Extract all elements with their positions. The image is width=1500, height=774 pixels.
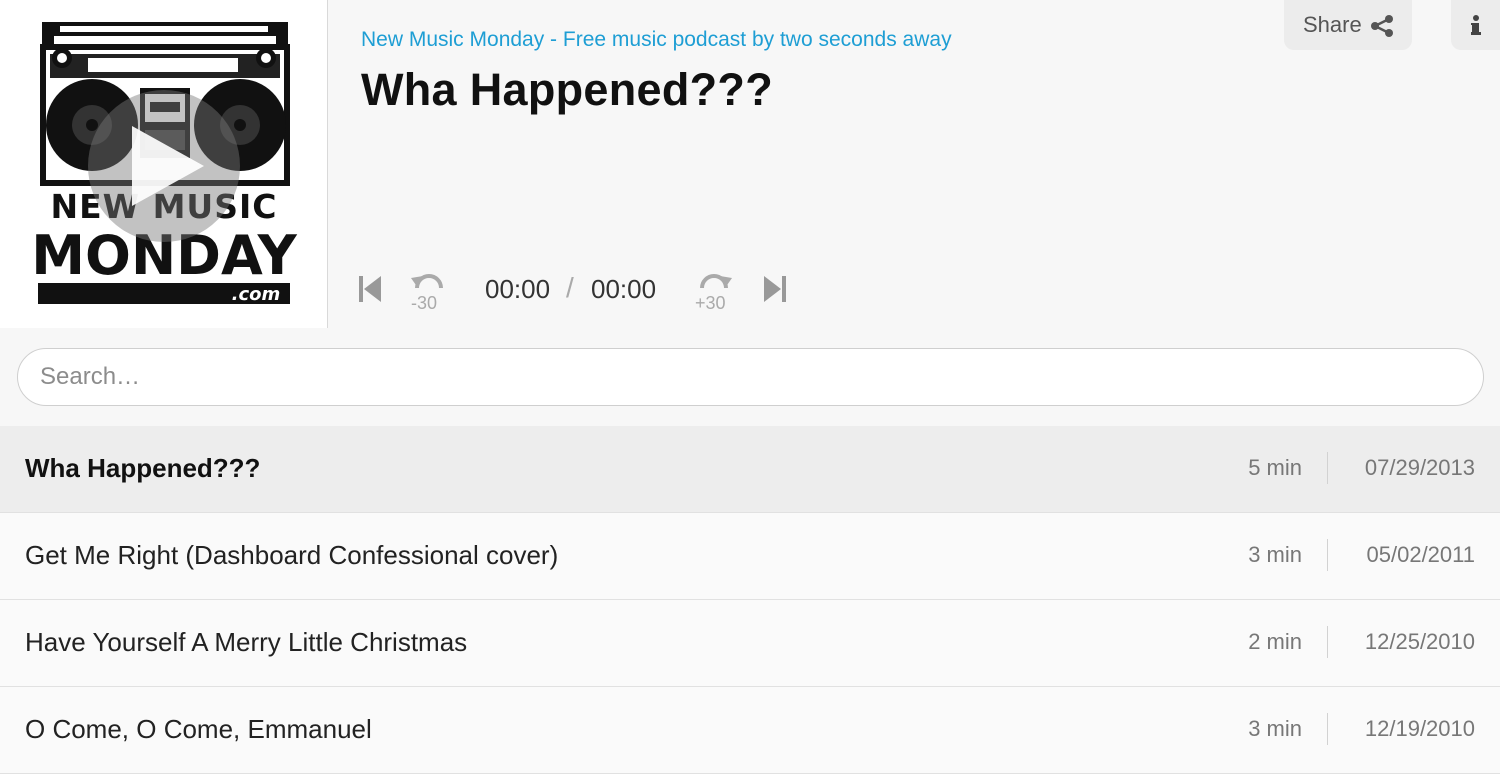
current-time: 00:00	[485, 274, 551, 304]
total-time: 00:00	[591, 274, 657, 304]
player-controls: -30 00:00 / 00:00 +30	[356, 262, 816, 318]
podcast-cover[interactable]: NEW MUSIC MONDAY .com	[0, 0, 328, 328]
boombox-logo: NEW MUSIC MONDAY .com	[31, 22, 298, 305]
episode-row-title: Wha Happened???	[25, 453, 261, 483]
player-header: NEW MUSIC MONDAY .com New Music Monday -…	[0, 0, 1500, 328]
forward-30-icon	[700, 274, 732, 289]
divider	[1327, 713, 1328, 745]
episode-row-title: Get Me Right (Dashboard Confessional cov…	[25, 540, 559, 570]
svg-text:.com: .com	[232, 284, 281, 305]
forward-label: +30	[695, 293, 726, 313]
episode-row-date: 12/19/2010	[1364, 716, 1475, 741]
episode-row-date: 12/25/2010	[1364, 629, 1475, 654]
episode-row-duration: 3 min	[1248, 716, 1302, 741]
forward-30-button[interactable]: +30	[694, 270, 734, 316]
share-icon	[1371, 15, 1393, 37]
episode-title: Wha Happened???	[361, 64, 773, 115]
episode-row[interactable]: Have Yourself A Merry Little Christmas 2…	[0, 600, 1500, 687]
episode-row-date: 07/29/2013	[1364, 455, 1475, 480]
rewind-30-button[interactable]: -30	[408, 270, 448, 316]
episode-row-title: Have Yourself A Merry Little Christmas	[25, 627, 468, 657]
divider	[1327, 452, 1328, 484]
skip-next-icon[interactable]	[764, 274, 786, 304]
episode-row-title: O Come, O Come, Emmanuel	[25, 714, 372, 744]
search-box	[17, 348, 1484, 406]
divider	[1327, 539, 1328, 571]
episode-row-duration: 2 min	[1248, 629, 1302, 654]
share-button[interactable]: Share	[1284, 0, 1412, 50]
search-input[interactable]	[40, 349, 1460, 405]
time-separator: /	[566, 272, 574, 303]
share-label: Share	[1303, 12, 1362, 37]
episode-row[interactable]: Get Me Right (Dashboard Confessional cov…	[0, 513, 1500, 600]
episode-row-date: 05/02/2011	[1366, 542, 1475, 567]
episode-list: Wha Happened??? 5 min 07/29/2013 Get Me …	[0, 426, 1500, 774]
divider	[1327, 626, 1328, 658]
episode-row-duration: 5 min	[1248, 455, 1302, 480]
podcast-title[interactable]: New Music Monday - Free music podcast by…	[361, 28, 952, 52]
rewind-label: -30	[411, 293, 438, 313]
skip-previous-icon[interactable]	[359, 274, 381, 304]
info-button[interactable]	[1451, 0, 1500, 50]
episode-row-duration: 3 min	[1248, 542, 1302, 567]
episode-row[interactable]: Wha Happened??? 5 min 07/29/2013	[0, 426, 1500, 513]
rewind-30-icon	[411, 274, 443, 289]
info-icon	[1471, 15, 1481, 35]
